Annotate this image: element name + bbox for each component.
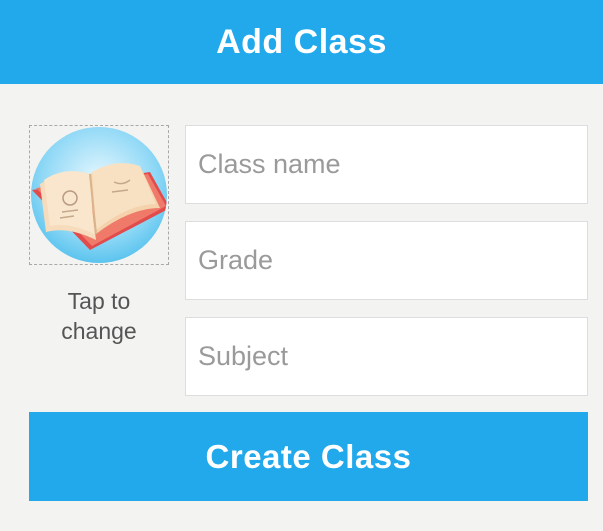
add-class-screen: Add Class Tap to change Class name Grade…	[0, 0, 603, 531]
subject-input[interactable]	[185, 317, 588, 396]
class-name-input[interactable]	[185, 125, 588, 204]
header-bar: Add Class	[0, 0, 603, 84]
page-title: Add Class	[216, 22, 387, 61]
image-caption: Tap to change	[61, 288, 137, 344]
create-class-button[interactable]: Create Class	[29, 412, 588, 501]
grade-input[interactable]	[185, 221, 588, 300]
class-image-picker[interactable]	[29, 125, 169, 265]
open-book-icon	[31, 127, 167, 263]
